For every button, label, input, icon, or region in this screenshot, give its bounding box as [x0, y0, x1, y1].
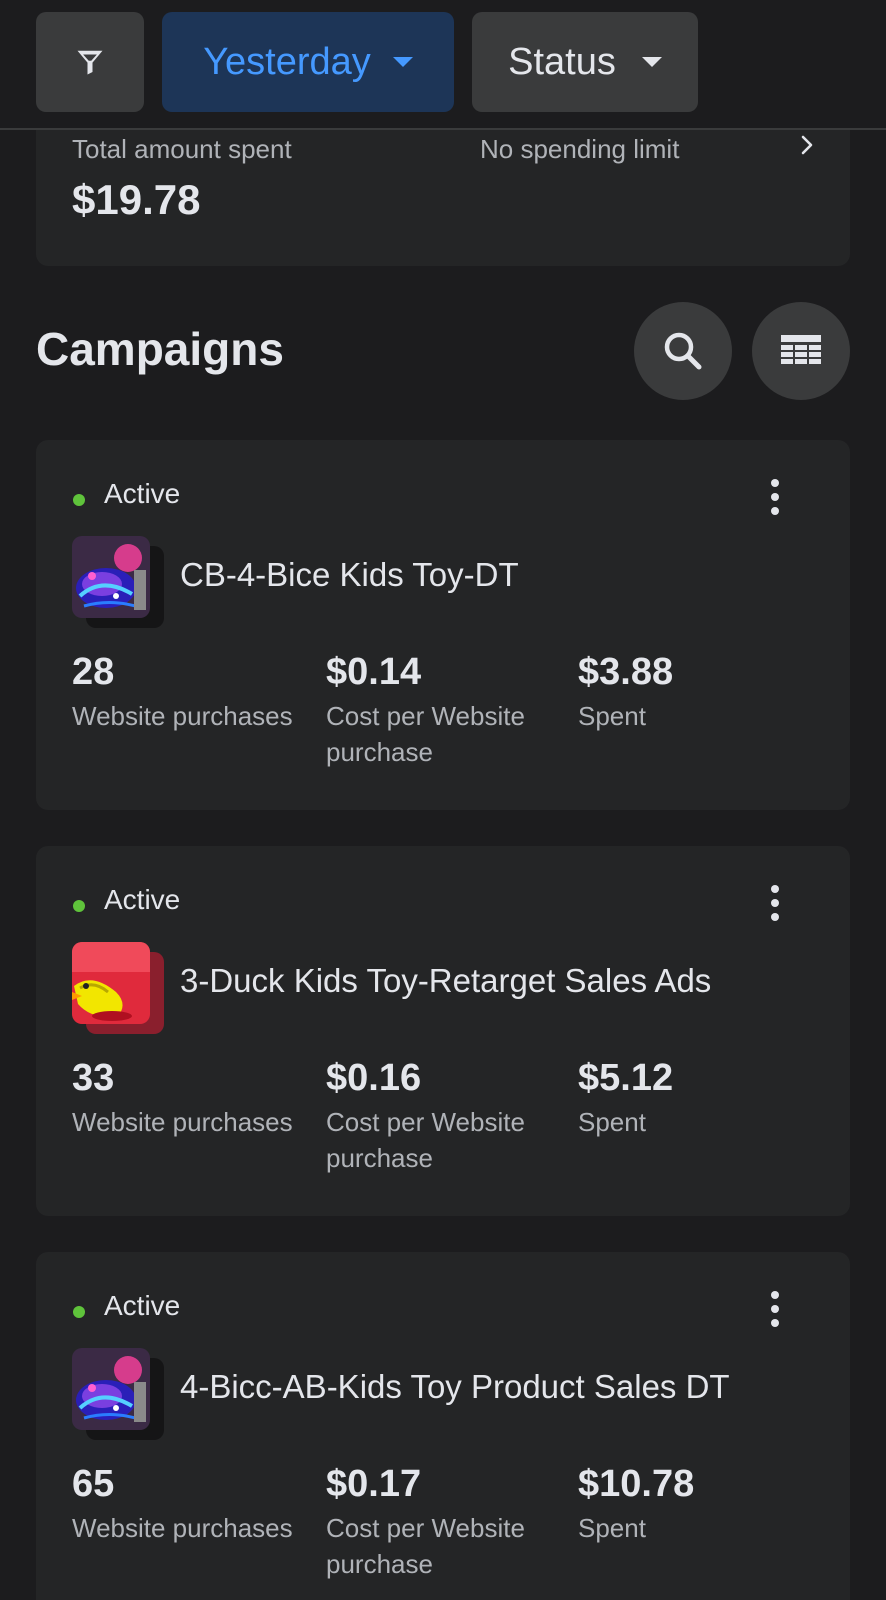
metric-website-purchases: 28 Website purchases	[72, 648, 322, 734]
filter-button[interactable]	[36, 12, 144, 112]
campaigns-heading: Campaigns	[36, 323, 284, 375]
toy-light-thumbnail	[72, 536, 150, 618]
metric-label: Website purchases	[72, 1513, 293, 1543]
campaign-card[interactable]: Active CB-4-Bice Kids Toy-DT 28 Website …	[36, 440, 850, 810]
more-options-icon[interactable]	[750, 1284, 800, 1334]
caret-down-icon	[392, 57, 413, 67]
campaign-card[interactable]: Active 4-Bicc-AB-Kids Toy Product Sales …	[36, 1252, 850, 1600]
campaign-name[interactable]: 3-Duck Kids Toy-Retarget Sales Ads	[180, 962, 711, 1000]
metric-value: $0.16	[326, 1057, 422, 1099]
campaign-name[interactable]: CB-4-Bice Kids Toy-DT	[180, 556, 519, 594]
metric-value: 28	[72, 651, 115, 693]
metric-value: $3.88	[578, 651, 674, 693]
search-button[interactable]	[634, 302, 732, 400]
metric-value: 65	[72, 1463, 115, 1505]
date-range-dropdown[interactable]: Yesterday	[162, 12, 454, 112]
total-spent-value: $19.78	[72, 176, 201, 223]
campaign-thumbnail	[72, 1348, 166, 1442]
metric-spent: $3.88 Spent	[578, 648, 798, 734]
status-dot-icon	[73, 494, 85, 506]
filter-bar: Yesterday Status	[0, 0, 886, 130]
metric-label: Spent	[578, 1107, 646, 1137]
metric-value: $10.78	[578, 1463, 695, 1505]
metric-spent: $5.12 Spent	[578, 1054, 798, 1140]
metric-label: Spent	[578, 1513, 646, 1543]
campaign-card[interactable]: Active 3-Duck Kids Toy-Retarget Sales Ad…	[36, 846, 850, 1216]
duck-toy-thumbnail	[72, 942, 150, 1024]
total-spent-label: Total amount spent	[72, 134, 292, 164]
metric-label: Website purchases	[72, 1107, 293, 1137]
status-dot-icon	[73, 1306, 85, 1318]
metric-value: $0.14	[326, 651, 422, 693]
metric-value: 33	[72, 1057, 115, 1099]
spend-summary-card[interactable]: Total amount spent $19.78 No spending li…	[36, 130, 850, 266]
metric-label: Cost per Website purchase	[326, 1513, 525, 1579]
filter-funnel-icon	[77, 50, 103, 75]
metric-label: Cost per Website purchase	[326, 701, 525, 767]
metric-label: Website purchases	[72, 701, 293, 731]
more-options-icon[interactable]	[750, 878, 800, 928]
metric-cost-per-purchase: $0.16 Cost per Website purchase	[326, 1054, 566, 1176]
chevron-right-icon[interactable]	[792, 130, 822, 160]
more-options-icon[interactable]	[750, 472, 800, 522]
campaign-name[interactable]: 4-Bicc-AB-Kids Toy Product Sales DT	[180, 1368, 730, 1406]
status-dot-icon	[73, 900, 85, 912]
metric-value: $0.17	[326, 1463, 422, 1505]
toy-light-thumbnail	[72, 1348, 150, 1430]
table-columns-icon	[781, 335, 821, 364]
status-label: Status	[508, 40, 616, 83]
campaign-thumbnail	[72, 536, 166, 630]
campaign-thumbnail	[72, 942, 166, 1036]
campaign-status: Active	[104, 478, 181, 509]
ads-manager-page: Yesterday Status Total amount spent $19.…	[0, 0, 886, 1600]
metric-spent: $10.78 Spent	[578, 1460, 798, 1546]
metric-website-purchases: 33 Website purchases	[72, 1054, 322, 1140]
search-icon	[664, 332, 702, 370]
metric-label: Cost per Website purchase	[326, 1107, 525, 1173]
date-range-label: Yesterday	[203, 40, 371, 83]
status-dropdown[interactable]: Status	[472, 12, 698, 112]
metric-website-purchases: 65 Website purchases	[72, 1460, 322, 1546]
campaign-status: Active	[104, 1290, 181, 1321]
caret-down-icon	[641, 57, 662, 67]
metric-label: Spent	[578, 701, 646, 731]
metric-cost-per-purchase: $0.14 Cost per Website purchase	[326, 648, 566, 770]
campaign-status: Active	[104, 884, 181, 915]
customize-columns-button[interactable]	[752, 302, 850, 400]
metric-cost-per-purchase: $0.17 Cost per Website purchase	[326, 1460, 566, 1582]
metric-value: $5.12	[578, 1057, 674, 1099]
spending-limit-label: No spending limit	[480, 134, 680, 164]
